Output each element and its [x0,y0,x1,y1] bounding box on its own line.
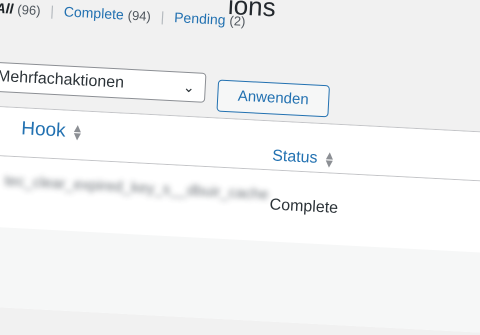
chevron-down-icon: ⌄ [182,78,196,96]
bulk-actions-selected-value: Mehrfachaktionen [0,67,125,92]
column-status-label: Status [271,147,318,167]
sort-arrows-icon: ▲ ▼ [70,120,85,144]
filter-separator: | [160,8,165,25]
filter-all-count: (96) [17,1,41,19]
filter-complete[interactable]: Complete [64,3,125,22]
actions-table: Hook ▲ ▼ Status ▲ ▼ tec_clear_expired_key_s_… [0,104,480,335]
status-filter-links: All (96) | Complete (94) | Pending (2) [0,0,246,29]
stage: ions All (96) | Complete (94) | Pending (2)… [0,0,480,335]
filter-pending-count: (2) [229,13,246,29]
bulk-actions-select[interactable]: Mehrfachaktionen ⌄ [0,61,207,103]
column-hook-label: Hook [20,118,67,142]
filter-complete-count: (94) [127,7,152,24]
filter-separator: | [49,2,55,19]
filter-pending[interactable]: Pending [174,9,226,28]
sort-arrows-icon: ▲ ▼ [322,147,336,171]
column-header-status[interactable]: Status ▲ ▼ [271,147,336,171]
apply-button[interactable]: Anwenden [216,79,330,118]
column-header-hook[interactable]: Hook ▲ ▼ [21,118,84,143]
filter-all[interactable]: All [0,0,14,17]
status-value: Complete [269,196,339,217]
hook-name-blurred[interactable]: tec_clear_expired_key_s__dbuir_cache [4,170,269,205]
